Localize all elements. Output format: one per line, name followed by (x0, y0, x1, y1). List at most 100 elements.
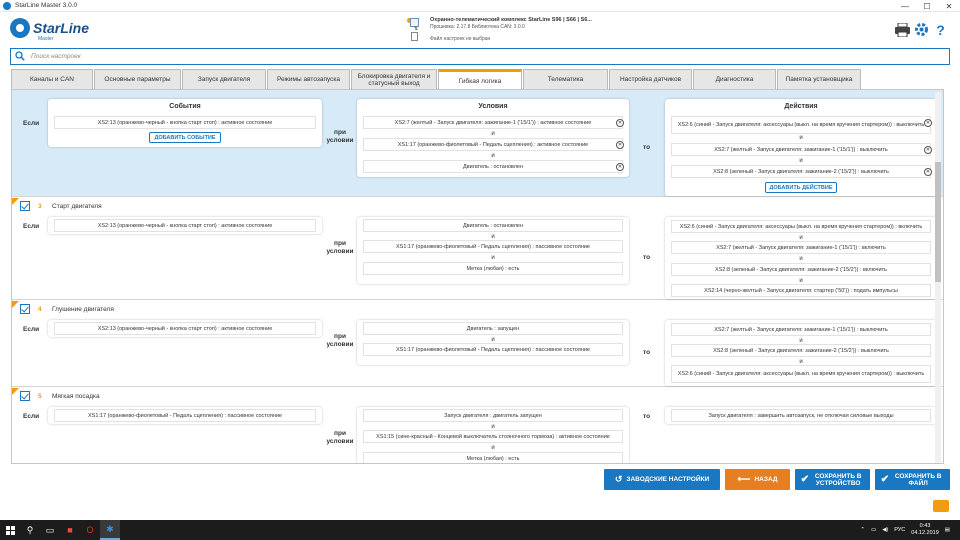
rule-name: Старт двигателя (52, 203, 102, 210)
action-item[interactable]: XS2:8 (зеленый - Запуск двигателя: зажиг… (671, 344, 931, 357)
minimize-button[interactable]: — (894, 0, 916, 12)
condition-item[interactable]: XS2:7 (желтый - Запуск двигателя: зажига… (363, 116, 624, 129)
when-label: при условии (326, 333, 354, 348)
event-item[interactable]: XS2:13 (оранжево-черный - кнопка старт с… (54, 219, 316, 232)
vertical-scrollbar[interactable] (935, 92, 941, 463)
tab-engine-start[interactable]: Запуск двигателя (182, 69, 266, 89)
network-icon[interactable]: ▭ (871, 527, 876, 533)
events-box: XS2:13 (оранжево-черный - кнопка старт с… (48, 217, 322, 234)
notifications-icon[interactable]: ▤ (945, 527, 950, 533)
condition-item[interactable]: Двигатель : запущен (363, 322, 623, 335)
action-item[interactable]: Запуск двигателя : завершить автозапуск,… (671, 409, 931, 422)
rule-number: 5 (38, 393, 42, 400)
check-icon: ✔ (880, 474, 890, 485)
rule-enabled-checkbox[interactable] (20, 391, 30, 401)
event-item[interactable]: XS2:13 (оранжево-черный - кнопка старт с… (54, 322, 316, 335)
gear-icon[interactable] (914, 22, 929, 37)
clock[interactable]: 0:43 04.12.2019 (911, 523, 939, 537)
start-icon[interactable] (0, 520, 20, 540)
event-item[interactable]: XS2:13 (оранжево-черный - кнопка старт с… (54, 116, 316, 129)
condition-item[interactable]: XS1:15 (сине-красный - Концевой выключат… (363, 430, 623, 443)
then-label: то (643, 144, 651, 151)
condition-item[interactable]: XS1:17 (оранжево-фиолетовый - Педаль сце… (363, 138, 624, 151)
scrollbar-thumb[interactable] (935, 162, 941, 282)
condition-item[interactable]: Двигатель : остановлен (363, 219, 623, 232)
language-indicator[interactable]: РУС (894, 527, 905, 533)
device-name: Охранно-телематический комплекс StarLine… (430, 17, 592, 23)
tab-channels-can[interactable]: Каналы и CAN (11, 69, 93, 89)
logic-rule-3[interactable]: 3 Старт двигателя Если XS2:13 (оранжево-… (12, 198, 943, 300)
conditions-box: Запуск двигателя : двигатель запущен и X… (357, 407, 629, 463)
tab-autostart-modes[interactable]: Режимы автозапуска (267, 69, 350, 89)
starline-taskbar-icon[interactable]: ✱ (100, 520, 120, 540)
add-action-button[interactable]: ДОБАВИТЬ ДЕЙСТВИЕ (765, 182, 837, 193)
search-input[interactable]: Поиск настроек (31, 53, 81, 60)
condition-item[interactable]: Двигатель : остановлен ✕ (363, 160, 624, 173)
back-arrow-icon: ⟵ (737, 474, 751, 484)
condition-item[interactable]: Метка (любая) : есть (363, 452, 623, 463)
remove-condition-icon[interactable]: ✕ (616, 163, 624, 171)
opera-browser-icon[interactable]: O (80, 520, 100, 540)
action-item[interactable]: XS2:7 (желтый - Запуск двигателя: зажига… (671, 143, 932, 156)
logic-rule-selected[interactable]: Если События XS2:13 (оранжево-черный - к… (12, 90, 943, 197)
tab-basic-params[interactable]: Основные параметры (94, 69, 181, 89)
tab-sensors[interactable]: Настройка датчиков (609, 69, 692, 89)
printer-icon[interactable] (895, 22, 910, 37)
add-event-button[interactable]: ДОБАВИТЬ СОБЫТИЕ (149, 132, 221, 143)
chat-icon[interactable] (933, 500, 949, 512)
action-item[interactable]: XS2:7 (желтый - Запуск двигателя: зажига… (671, 323, 931, 336)
back-button[interactable]: ⟵ НАЗАД (725, 469, 790, 490)
search-taskbar-icon[interactable]: ⚲ (20, 520, 40, 540)
tab-telematics[interactable]: Телематика (523, 69, 608, 89)
remove-condition-icon[interactable]: ✕ (616, 119, 624, 127)
rule-enabled-checkbox[interactable] (20, 304, 30, 314)
action-item[interactable]: XS2:7 (желтый - Запуск двигателя: зажига… (671, 241, 931, 254)
window-title: StarLine Master 3.0.0 (15, 2, 78, 9)
action-item[interactable]: XS2:6 (синий - Запуск двигателя: аксессу… (671, 365, 931, 383)
logic-rule-5[interactable]: 5 Мягкая посадка Если XS1:17 (оранжево-ф… (12, 388, 943, 463)
volume-icon[interactable]: ◀) (882, 527, 888, 533)
maximize-button[interactable]: ☐ (916, 0, 938, 12)
event-item[interactable]: XS1:17 (оранжево-фиолетовый - Педаль сце… (54, 409, 316, 422)
window-controls: — ☐ ✕ (894, 0, 960, 12)
task-view-icon[interactable]: ▭ (40, 520, 60, 540)
action-item[interactable]: XS2:6 (синий - Запуск двигателя: аксессу… (671, 220, 931, 233)
file-status: Файл настроек не выбран (430, 36, 491, 42)
search-bar[interactable]: Поиск настроек (10, 48, 950, 65)
action-text: XS2:8 (зеленый - Запуск двигателя: зажиг… (713, 168, 889, 175)
tab-engine-block[interactable]: Блокировка двигателя и статусный выход (351, 69, 437, 89)
save-to-device-button[interactable]: ✔ СОХРАНИТЬ В УСТРОЙСТВО (795, 469, 870, 490)
remove-action-icon[interactable]: ✕ (924, 119, 932, 127)
rule-number: 4 (38, 306, 42, 313)
system-tray: ⌃ ▭ ◀) РУС 0:43 04.12.2019 ▤ (860, 520, 950, 540)
logic-rule-4[interactable]: 4 Глушение двигателя Если XS2:13 (оранже… (12, 301, 943, 387)
rule-name: Мягкая посадка (52, 393, 100, 400)
condition-item[interactable]: Запуск двигателя : двигатель запущен (363, 409, 623, 422)
factory-settings-button[interactable]: ↺ ЗАВОДСКИЕ НАСТРОЙКИ (604, 469, 720, 490)
condition-item[interactable]: XS1:17 (оранжево-фиолетовый - Педаль сце… (363, 343, 623, 356)
header-tools: ? (895, 22, 948, 38)
action-item[interactable]: XS2:14 (черно-желтый - Запуск двигателя:… (671, 284, 931, 297)
close-button[interactable]: ✕ (938, 0, 960, 12)
condition-item[interactable]: XS1:17 (оранжево-фиолетовый - Педаль сце… (363, 240, 623, 253)
action-item[interactable]: XS2:8 (зеленый - Запуск двигателя: зажиг… (671, 165, 932, 178)
condition-item[interactable]: Метка (любая) : есть (363, 262, 623, 275)
tab-flexible-logic[interactable]: Гибкая логика (438, 69, 522, 90)
tray-arrow-icon[interactable]: ⌃ (860, 527, 865, 533)
if-label: Если (23, 120, 40, 127)
and-separator: и (491, 131, 495, 137)
remove-action-icon[interactable]: ✕ (924, 146, 932, 154)
clock-date: 04.12.2019 (911, 530, 939, 536)
media-player-icon[interactable]: ■ (60, 520, 80, 540)
remove-action-icon[interactable]: ✕ (924, 168, 932, 176)
rule-enabled-checkbox[interactable] (20, 201, 30, 211)
rule-flag-icon (12, 388, 19, 395)
actions-box: XS2:6 (синий - Запуск двигателя: аксессу… (665, 217, 937, 299)
help-icon[interactable]: ? (933, 22, 948, 38)
tab-diagnostics[interactable]: Диагностика (693, 69, 776, 89)
action-item[interactable]: XS2:8 (зеленый - Запуск двигателя: зажиг… (671, 263, 931, 276)
tab-installer-memo[interactable]: Памятка установщика (777, 69, 861, 89)
remove-condition-icon[interactable]: ✕ (616, 141, 624, 149)
action-item[interactable]: XS2:6 (синий - Запуск двигателя: аксессу… (671, 116, 932, 134)
save-to-file-button[interactable]: ✔ СОХРАНИТЬ В ФАЙЛ (875, 469, 950, 490)
